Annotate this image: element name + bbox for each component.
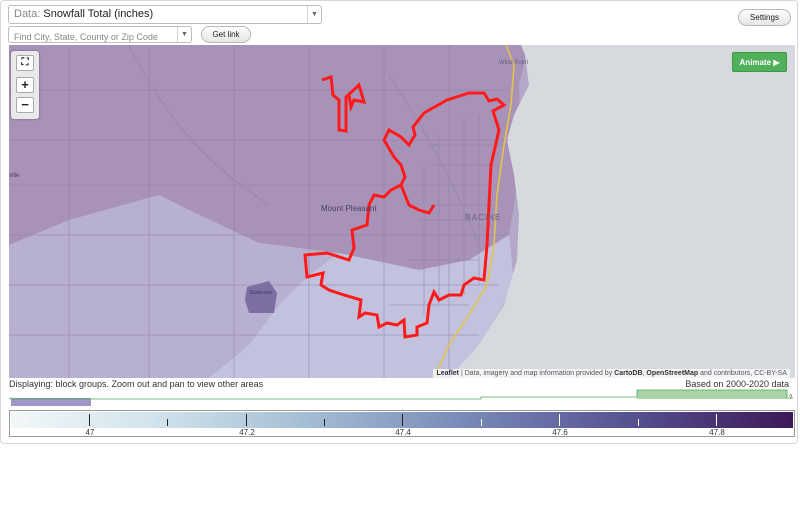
histogram-bin-high xyxy=(637,390,787,399)
legend-tick xyxy=(559,414,560,426)
data-range-note: Based on 2000-2020 data xyxy=(685,379,789,389)
legend-tick xyxy=(167,419,168,426)
label-ville: ville xyxy=(9,173,20,179)
legend-tick xyxy=(246,414,247,426)
legend-tick xyxy=(638,419,639,426)
legend-tick xyxy=(716,414,717,426)
legend-tick xyxy=(481,419,482,426)
chevron-down-icon[interactable]: ▼ xyxy=(177,27,191,42)
value-histogram: ? xyxy=(9,389,793,406)
display-status: Displaying: block groups. Zoom out and p… xyxy=(9,379,264,389)
map-canvas[interactable]: Wind Point Mount Pleasant RACINE Sturtev… xyxy=(9,45,795,378)
attribution-leaflet-link[interactable]: Leaflet xyxy=(436,370,459,377)
color-legend: 47 47.2 47.4 47.6 47.8 xyxy=(9,410,795,437)
map-view[interactable]: Wind Point Mount Pleasant RACINE Sturtev… xyxy=(9,45,795,378)
chevron-down-icon[interactable]: ▼ xyxy=(307,6,321,23)
location-search-input[interactable] xyxy=(9,29,174,45)
label-sturtevant: Sturtevant xyxy=(249,290,272,296)
zoom-out-button[interactable]: − xyxy=(16,97,34,113)
legend-label: 47 xyxy=(85,428,95,437)
zoom-control: ⛶ + − xyxy=(11,51,39,119)
legend-label: 47.4 xyxy=(395,428,411,437)
get-link-button[interactable]: Get link xyxy=(201,26,251,43)
map-widget-panel: Data: Snowfall Total (inches) ▼ ▼ Get li… xyxy=(0,0,798,444)
fullscreen-icon[interactable]: ⛶ xyxy=(16,55,34,71)
settings-button[interactable]: Settings xyxy=(738,9,791,26)
attribution-text: | Data, imagery and map information prov… xyxy=(459,370,615,377)
data-select-value: Snowfall Total (inches) xyxy=(43,8,154,20)
attribution-cartodb-link[interactable]: CartoDB xyxy=(614,370,642,377)
legend-label: 47.6 xyxy=(552,428,568,437)
label-wind-point: Wind Point xyxy=(499,60,528,66)
label-racine: RACINE xyxy=(465,213,501,222)
data-select-prefix: Data: xyxy=(14,8,41,20)
zoom-in-button[interactable]: + xyxy=(16,77,34,93)
legend-tick xyxy=(324,419,325,426)
animate-button[interactable]: Animate ▶ xyxy=(732,52,787,72)
legend-label: 47.8 xyxy=(709,428,725,437)
attribution-osm-link[interactable]: OpenStreetMap xyxy=(646,370,698,377)
data-select[interactable]: Data: Snowfall Total (inches) ▼ xyxy=(8,5,322,24)
legend-tick xyxy=(89,414,90,426)
legend-tick xyxy=(402,414,403,426)
location-search[interactable]: ▼ xyxy=(8,26,192,45)
label-mount-pleasant: Mount Pleasant xyxy=(321,204,377,213)
map-attribution: Leaflet | Data, imagery and map informat… xyxy=(433,369,790,379)
attribution-tail: and contributors, CC-BY-SA xyxy=(698,370,787,377)
legend-label: 47.2 xyxy=(239,428,255,437)
